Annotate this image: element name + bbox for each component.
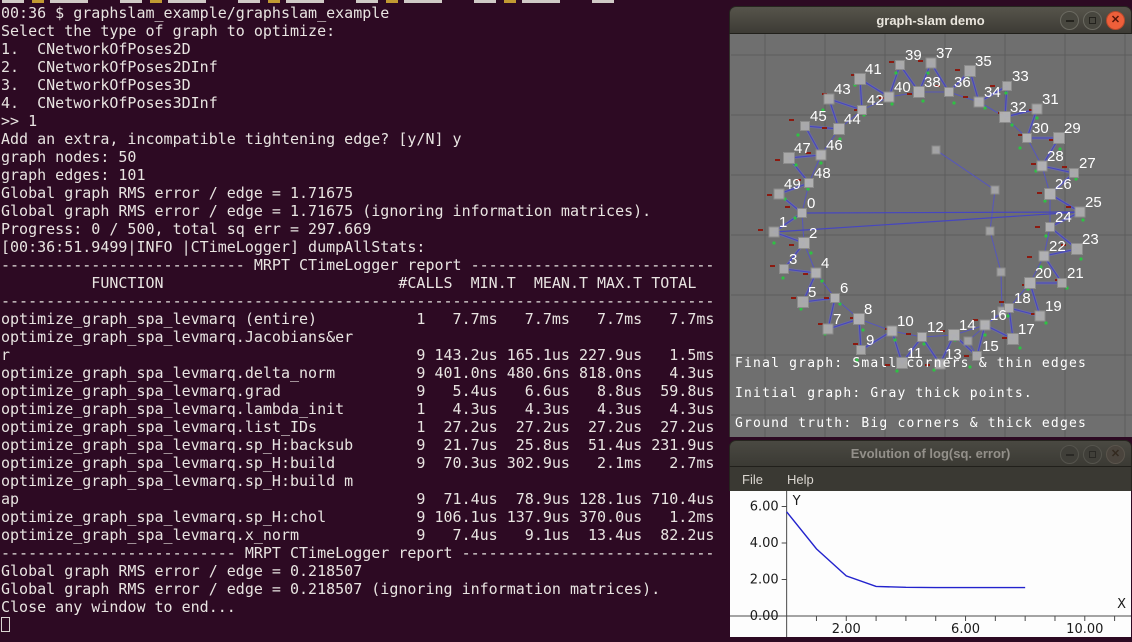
svg-text:6: 6 [840, 280, 848, 297]
maximize-button[interactable] [1083, 445, 1102, 464]
minimize-icon [1066, 454, 1074, 456]
svg-text:45: 45 [810, 108, 827, 125]
svg-text:44: 44 [844, 111, 861, 128]
svg-text:46: 46 [826, 137, 843, 154]
svg-text:12: 12 [927, 319, 944, 336]
svg-text:40: 40 [894, 79, 911, 96]
svg-text:7: 7 [833, 311, 841, 328]
svg-text:33: 33 [1012, 68, 1029, 85]
svg-text:14: 14 [959, 317, 976, 334]
svg-text:0.00: 0.00 [750, 609, 779, 624]
minimize-button[interactable] [1060, 11, 1079, 30]
clipped-scrollback-line [2, 0, 622, 3]
svg-text:15: 15 [982, 338, 999, 355]
svg-text:2: 2 [809, 225, 817, 242]
svg-text:10: 10 [897, 313, 914, 330]
svg-text:39: 39 [905, 47, 922, 64]
svg-text:26: 26 [1055, 176, 1072, 193]
legend-final-graph: Final graph: Small corners & thin edges [735, 356, 1087, 371]
svg-text:32: 32 [1010, 99, 1027, 116]
graph-window-titlebar[interactable]: graph-slam demo ✕ [729, 6, 1132, 34]
svg-text:9: 9 [866, 332, 874, 349]
svg-text:10.00: 10.00 [1066, 622, 1103, 637]
svg-text:48: 48 [814, 165, 831, 182]
svg-text:17: 17 [1018, 321, 1035, 338]
svg-text:19: 19 [1045, 298, 1062, 315]
legend-ground-truth: Ground truth: Big corners & thick edges [735, 416, 1087, 431]
minimize-icon [1066, 20, 1074, 22]
svg-text:30: 30 [1032, 120, 1049, 137]
svg-text:2.00: 2.00 [832, 622, 861, 637]
svg-text:18: 18 [1014, 290, 1031, 307]
svg-text:41: 41 [865, 61, 882, 78]
svg-text:0: 0 [807, 195, 815, 212]
svg-text:4: 4 [821, 255, 829, 272]
plot-menubar: File Help [729, 467, 1132, 491]
svg-text:49: 49 [784, 176, 801, 193]
graph-window-title: graph-slam demo [876, 13, 984, 28]
menu-file[interactable]: File [742, 472, 763, 487]
svg-text:20: 20 [1035, 265, 1052, 282]
graph-slam-window: graph-slam demo ✕ 0123456789101112131415… [729, 6, 1132, 437]
svg-text:2.00: 2.00 [750, 573, 779, 588]
svg-text:29: 29 [1064, 120, 1081, 137]
svg-text:6.00: 6.00 [750, 500, 779, 515]
legend-initial-graph: Initial graph: Gray thick points. [735, 386, 1033, 401]
svg-text:3: 3 [789, 251, 797, 268]
error-plot-area[interactable]: 2.00 6.00 10.00 0.00 2.00 4.00 6.00 Y X [730, 491, 1131, 637]
close-icon: ✕ [1111, 449, 1120, 460]
svg-text:43: 43 [834, 81, 851, 98]
svg-text:28: 28 [1047, 148, 1064, 165]
minimize-button[interactable] [1060, 445, 1079, 464]
maximize-icon [1089, 17, 1096, 24]
svg-text:22: 22 [1049, 238, 1066, 255]
terminal-window[interactable]: 00:36 $ graphslam_example/graphslam_exam… [0, 0, 729, 641]
close-button[interactable]: ✕ [1106, 11, 1125, 30]
svg-text:1: 1 [779, 214, 787, 231]
graph-viewport[interactable]: 0123456789101112131415161718192021222324… [729, 34, 1132, 437]
svg-text:Y: Y [792, 494, 801, 509]
svg-text:47: 47 [794, 140, 811, 157]
svg-text:5: 5 [808, 284, 816, 301]
svg-text:34: 34 [984, 84, 1001, 101]
terminal-cursor [1, 617, 10, 632]
close-button[interactable]: ✕ [1106, 445, 1125, 464]
svg-text:16: 16 [990, 307, 1007, 324]
maximize-button[interactable] [1083, 11, 1102, 30]
svg-text:31: 31 [1042, 91, 1059, 108]
maximize-icon [1089, 451, 1096, 458]
svg-text:35: 35 [975, 53, 992, 70]
svg-text:38: 38 [924, 74, 941, 91]
svg-text:X: X [1117, 597, 1126, 612]
close-icon: ✕ [1111, 15, 1120, 26]
svg-text:25: 25 [1085, 194, 1102, 211]
svg-text:4.00: 4.00 [750, 536, 779, 551]
graph-legend-overlay: Final graph: Small corners & thin edges … [735, 356, 1087, 431]
plot-window-titlebar[interactable]: Evolution of log(sq. error) ✕ [729, 440, 1132, 467]
error-chart: 2.00 6.00 10.00 0.00 2.00 4.00 6.00 Y X [730, 491, 1131, 637]
svg-text:23: 23 [1082, 231, 1099, 248]
error-plot-window: Evolution of log(sq. error) ✕ File Help … [729, 440, 1132, 641]
svg-text:36: 36 [954, 74, 971, 91]
svg-text:42: 42 [867, 92, 884, 109]
svg-text:21: 21 [1067, 265, 1084, 282]
svg-text:37: 37 [936, 45, 953, 62]
svg-text:6.00: 6.00 [951, 622, 980, 637]
terminal-text: 00:36 $ graphslam_example/graphslam_exam… [1, 4, 714, 616]
svg-text:8: 8 [864, 301, 872, 318]
menu-help[interactable]: Help [787, 472, 814, 487]
svg-text:24: 24 [1055, 209, 1072, 226]
plot-window-title: Evolution of log(sq. error) [851, 446, 1011, 461]
svg-text:27: 27 [1079, 155, 1096, 172]
